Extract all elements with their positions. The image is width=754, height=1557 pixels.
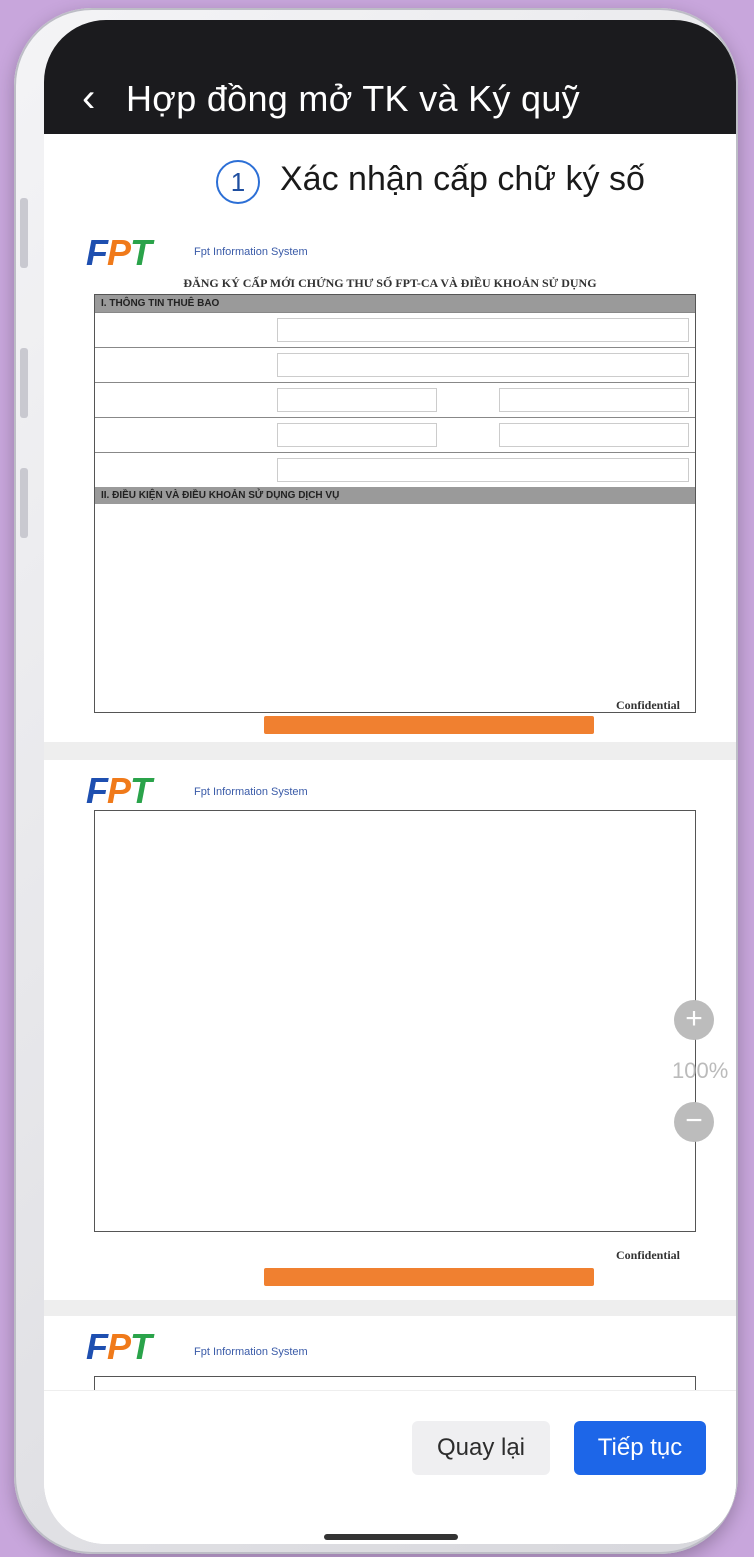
step-number: 1 (216, 160, 260, 204)
document-page: FPT Fpt Information System Confidential (44, 760, 736, 1300)
zoom-in-button[interactable]: + (674, 1000, 714, 1040)
home-indicator (324, 1534, 458, 1540)
volume-down-button (20, 348, 28, 418)
form-row (95, 452, 695, 487)
volume-up-button (20, 198, 28, 268)
subscriber-info-table: I. THÔNG TIN THUÊ BAO II. ĐIỀU KIỆN VÀ Đ… (94, 294, 696, 713)
document-page: FPT Fpt Information System ĐĂNG KÝ CẤP M… (44, 222, 736, 742)
continue-button[interactable]: Tiếp tục (574, 1421, 706, 1475)
form-row (95, 382, 695, 417)
confidential-label: Confidential (615, 698, 680, 712)
confidential-label: Confidential (615, 1248, 680, 1262)
phone-frame: ‹ Hợp đồng mở TK và Ký quỹ 1 Xác nhận cấ… (14, 8, 738, 1554)
fpt-logo: FPT (86, 770, 152, 811)
zoom-level: 100% (672, 1058, 729, 1083)
app-header: ‹ Hợp đồng mở TK và Ký quỹ (44, 20, 736, 134)
section-heading: I. THÔNG TIN THUÊ BAO (95, 295, 695, 312)
form-row (95, 347, 695, 382)
form-row (95, 417, 695, 452)
fpt-logo: FPT (86, 1326, 152, 1367)
document-title: ĐĂNG KÝ CẤP MỚI CHỨNG THƯ SỐ FPT-CA VÀ Đ… (183, 276, 597, 290)
fpt-logo: FPT (86, 232, 152, 273)
form-row (95, 312, 695, 347)
footer-contact-bar (264, 1268, 594, 1286)
page-title: Hợp đồng mở TK và Ký quỹ (126, 78, 580, 119)
footer-contact-bar (264, 716, 594, 734)
terms-text (95, 811, 695, 819)
system-name: Fpt Information System (194, 246, 308, 258)
section-heading: II. ĐIỀU KIỆN VÀ ĐIỀU KHOẢN SỬ DỤNG DỊCH… (95, 487, 695, 504)
minus-icon: − (685, 1104, 703, 1137)
power-button (20, 468, 28, 538)
zoom-out-button[interactable]: − (674, 1102, 714, 1142)
plus-icon: + (685, 1002, 703, 1035)
step-label: Xác nhận cấp chữ ký số (280, 160, 645, 198)
terms-text (95, 504, 695, 712)
back-button[interactable]: Quay lại (412, 1421, 550, 1475)
terms-text (95, 1377, 695, 1385)
system-name: Fpt Information System (194, 1346, 308, 1358)
terms-text-box (94, 810, 696, 1232)
chevron-left-icon[interactable]: ‹ (82, 78, 95, 118)
document-viewer[interactable]: FPT Fpt Information System ĐĂNG KÝ CẤP M… (44, 222, 736, 1544)
app-screen: ‹ Hợp đồng mở TK và Ký quỹ 1 Xác nhận cấ… (44, 20, 736, 1544)
step-indicator: 1 Xác nhận cấp chữ ký số (44, 138, 736, 230)
system-name: Fpt Information System (194, 786, 308, 798)
action-bar: Quay lại Tiếp tục (44, 1390, 736, 1544)
